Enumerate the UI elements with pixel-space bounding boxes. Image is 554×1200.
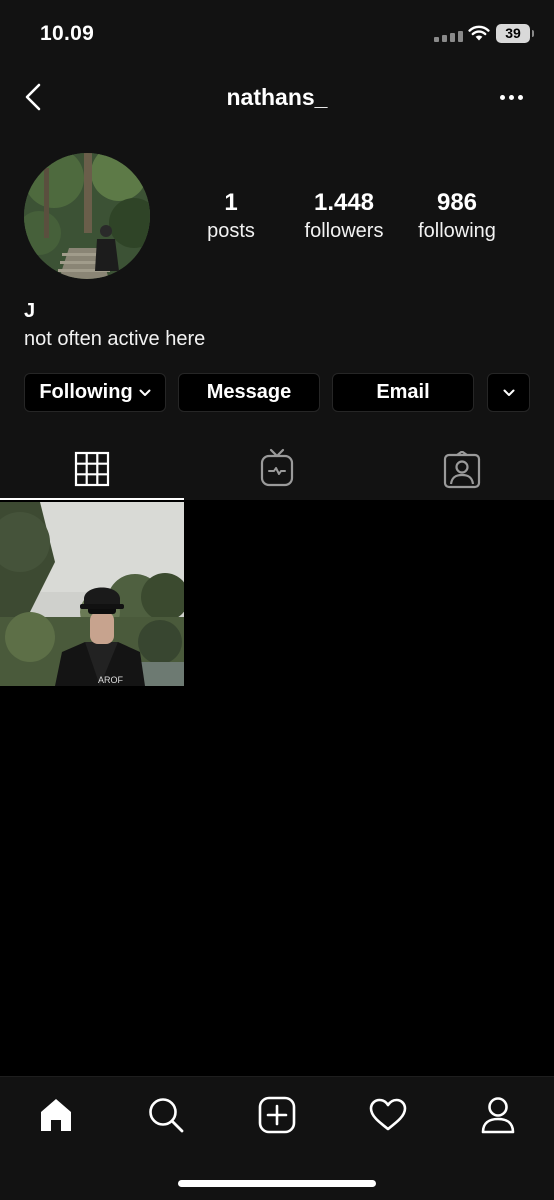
- grid-icon: [74, 451, 110, 487]
- tab-igtv[interactable]: [185, 440, 369, 500]
- bio-text: not often active here: [24, 328, 206, 350]
- following-button-label: Following: [39, 381, 133, 403]
- signal-strength-icon: [434, 31, 463, 42]
- tagged-icon: [443, 451, 481, 489]
- following-count-label: following: [418, 220, 496, 242]
- more-dot: [517, 94, 523, 100]
- followers-count-label: followers: [304, 220, 384, 242]
- followers-count[interactable]: 1.448 followers: [290, 188, 398, 244]
- nav-new-post[interactable]: [257, 1095, 297, 1135]
- battery-icon: 39: [496, 24, 534, 43]
- home-indicator[interactable]: [178, 1180, 376, 1187]
- more-dot: [508, 94, 514, 100]
- active-tab-indicator: [0, 498, 184, 500]
- following-count[interactable]: 986 following: [408, 188, 506, 244]
- status-time: 10.09: [40, 22, 95, 45]
- avatar-photo: [24, 153, 150, 279]
- profile-icon: [481, 1097, 515, 1134]
- email-button-label: Email: [376, 381, 430, 403]
- suggested-accounts-button[interactable]: [487, 373, 530, 412]
- more-options-button[interactable]: [494, 84, 528, 110]
- nav-profile[interactable]: [478, 1095, 518, 1135]
- following-button[interactable]: Following: [24, 373, 166, 412]
- svg-text:AROF: AROF: [98, 675, 124, 685]
- post-photo: AROF: [0, 502, 184, 686]
- message-button[interactable]: Message: [178, 373, 320, 412]
- tab-tagged[interactable]: [370, 440, 554, 500]
- search-icon: [149, 1098, 184, 1133]
- heart-icon: [369, 1098, 407, 1131]
- following-count-value: 986: [436, 189, 478, 216]
- nav-activity[interactable]: [368, 1095, 408, 1135]
- followers-count-value: 1.448: [313, 189, 375, 216]
- avatar[interactable]: [24, 153, 150, 279]
- home-icon: [41, 1099, 71, 1131]
- add-post-icon: [258, 1096, 296, 1134]
- posts-count-label: posts: [207, 220, 255, 242]
- tab-posts-grid[interactable]: [0, 440, 184, 500]
- wifi-icon: [468, 25, 490, 41]
- nav-home[interactable]: [36, 1095, 76, 1135]
- chevron-down-icon: [139, 389, 151, 396]
- posts-count[interactable]: 1 posts: [191, 188, 271, 244]
- posts-count-value: 1: [224, 189, 238, 216]
- post-thumbnail[interactable]: AROF: [0, 502, 184, 686]
- bio-name: J: [24, 300, 36, 322]
- profile-username: nathans_: [226, 84, 328, 110]
- igtv-icon: [260, 448, 294, 487]
- chevron-down-icon: [503, 389, 514, 396]
- more-dot: [499, 94, 505, 100]
- nav-search[interactable]: [146, 1095, 186, 1135]
- message-button-label: Message: [206, 381, 292, 403]
- email-button[interactable]: Email: [332, 373, 474, 412]
